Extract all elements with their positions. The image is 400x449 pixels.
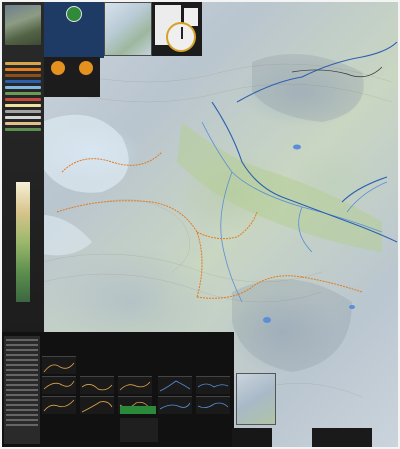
legend-swatch: [5, 62, 41, 65]
lake: [263, 317, 271, 323]
elevation-profile: [196, 376, 230, 394]
legend-swatch: [5, 68, 41, 71]
elevation-profile: [196, 396, 230, 414]
legend-swatch: [5, 116, 41, 119]
ethics-heading: [44, 57, 72, 59]
elevation-profile: [80, 396, 114, 414]
elevation-profile: [42, 376, 76, 394]
secondary-inset-map[interactable]: [236, 373, 276, 425]
elevation-gradient-icon: [16, 182, 30, 302]
legend-swatch: [5, 80, 41, 83]
emblem-icon: [66, 6, 82, 22]
legend-swatch: [5, 86, 41, 89]
elevation-profile: [42, 356, 76, 374]
map-sheet: [0, 0, 400, 449]
compass-icon: [166, 22, 196, 52]
legend-swatch: [5, 128, 41, 131]
profile-notes: [4, 336, 40, 444]
elevation-profile: [118, 376, 152, 394]
rock-area: [232, 279, 352, 372]
elevation-profile: [158, 396, 192, 414]
cover-photo: [5, 5, 41, 45]
lake: [349, 305, 355, 309]
credits-box: [120, 418, 158, 442]
title-panel: [44, 2, 104, 58]
badge-icon: [51, 61, 65, 75]
elevation-profile: [158, 376, 192, 394]
info-column: [2, 2, 44, 332]
legend-swatch: [5, 92, 41, 95]
legend-swatch: [5, 98, 41, 101]
glacier-area: [42, 114, 129, 193]
footer-block: [232, 428, 272, 447]
overview-inset-map[interactable]: [104, 2, 152, 56]
lake: [293, 144, 301, 150]
elevation-profile: [42, 396, 76, 414]
ethics-panel-left: [44, 57, 72, 97]
rock-area: [252, 54, 364, 122]
footer-block: [312, 428, 372, 447]
legend-swatch: [5, 110, 41, 113]
legend-swatch: [5, 74, 41, 77]
credits-strip: [120, 406, 156, 414]
elevation-profiles-panel: [2, 332, 234, 447]
ethics-panel-right: [72, 57, 100, 97]
legend-swatches: [5, 62, 41, 134]
elevation-profile: [80, 376, 114, 394]
badge-icon: [79, 61, 93, 75]
legend-swatch: [5, 104, 41, 107]
ethics-heading: [72, 57, 100, 59]
valley-meadow: [177, 122, 382, 252]
legend-swatch: [5, 122, 41, 125]
compass-needle: [181, 27, 183, 39]
